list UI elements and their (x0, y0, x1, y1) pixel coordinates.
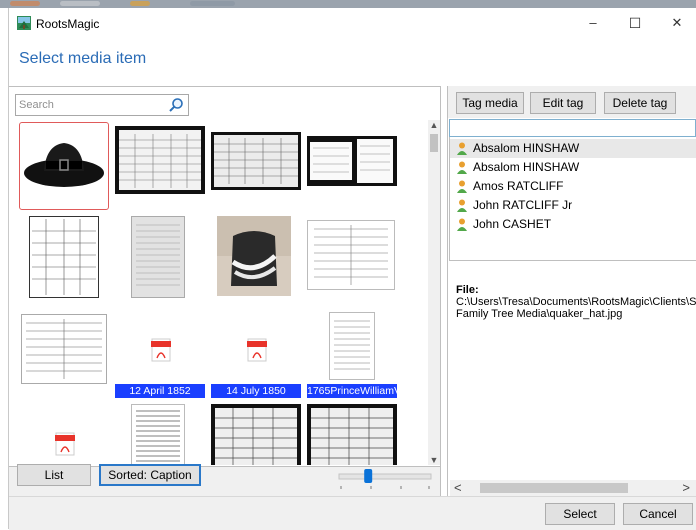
pdf-icon (55, 432, 75, 456)
file-info-horizontal-scrollbar[interactable]: < > (450, 480, 696, 496)
scroll-up-icon[interactable]: ▲ (428, 120, 440, 130)
desktop-blob (190, 1, 235, 6)
scrollbar-thumb[interactable] (480, 483, 628, 493)
media-thumbnail-hat-photo[interactable] (217, 216, 307, 304)
media-caption: 1765PrinceWilliamVA (307, 384, 397, 398)
document-image (131, 404, 185, 465)
tag-item[interactable]: John RATCLIFF Jr (450, 196, 696, 215)
document-image (115, 126, 205, 194)
media-thumbnail-pdf-1[interactable]: 12 April 1852 (115, 310, 205, 398)
search-icon[interactable] (168, 97, 184, 113)
person-icon (457, 218, 467, 231)
hat-photo-image (217, 216, 291, 296)
cancel-button[interactable]: Cancel (623, 503, 693, 525)
media-thumbnail-quaker-hat[interactable] (19, 122, 109, 210)
media-thumbnail-census-1[interactable] (115, 122, 205, 210)
media-thumbnail-page[interactable] (131, 216, 221, 304)
select-button[interactable]: Select (545, 503, 615, 525)
media-caption: 14 July 1850 (211, 384, 301, 398)
document-image (307, 136, 397, 186)
desktop-blob (130, 1, 150, 6)
file-path-line2: Family Tree Media\quaker_hat.jpg (456, 308, 623, 320)
dialog-footer: Select Cancel (9, 496, 696, 530)
document-image (29, 216, 99, 298)
list-button[interactable]: List (17, 464, 91, 486)
tag-toolbar: Tag media Edit tag Delete tag (448, 86, 696, 118)
pdf-icon (151, 338, 171, 362)
person-icon (457, 161, 467, 174)
media-thumbnail-certificate-1[interactable] (307, 122, 397, 210)
search-field[interactable] (15, 94, 189, 116)
tag-media-button[interactable]: Tag media (456, 92, 524, 114)
file-label: File: (456, 284, 479, 296)
media-thumbnail-grid: 12 April 1852 14 July 1850 1765PrinceWil… (15, 120, 425, 465)
media-thumbnail-pdf-3[interactable] (19, 404, 109, 465)
edit-tag-button[interactable]: Edit tag (530, 92, 596, 114)
delete-tag-button[interactable]: Delete tag (604, 92, 676, 114)
document-image (211, 404, 301, 465)
tag-item[interactable]: Amos RATCLIFF (450, 177, 696, 196)
close-button[interactable]: ✕ (657, 12, 696, 34)
media-caption: 12 April 1852 (115, 384, 205, 398)
desktop-blob (60, 1, 100, 6)
thumbnail-size-slider[interactable] (337, 464, 433, 490)
media-thumbnail-certificate-3[interactable] (21, 310, 111, 398)
select-media-dialog: RootsMagic – ☐ ✕ Select media item Searc… (8, 8, 696, 530)
window-title: RootsMagic (36, 17, 100, 31)
media-thumbnail-census-2[interactable] (211, 122, 301, 210)
media-thumbnail-text-page[interactable] (131, 404, 221, 465)
tag-item[interactable]: Absalom HINSHAW (450, 139, 696, 158)
media-thumbnail-census-3[interactable] (211, 404, 301, 465)
desktop-blob (10, 1, 40, 6)
document-image (131, 216, 185, 298)
maximize-button[interactable]: ☐ (615, 12, 655, 34)
document-image (21, 314, 107, 384)
person-icon (457, 142, 467, 155)
person-icon (457, 180, 467, 193)
tag-name: John RATCLIFF Jr (473, 198, 573, 212)
tag-panel: Tag media Edit tag Delete tag Absalom HI… (447, 86, 696, 496)
person-icon (457, 199, 467, 212)
media-thumbnail-pdf-2[interactable]: 14 July 1850 (211, 310, 301, 398)
tag-list: Absalom HINSHAW Absalom HINSHAW Amos RAT… (449, 137, 696, 261)
sort-caption-button[interactable]: Sorted: Caption (99, 464, 201, 486)
tag-name: John CASHET (473, 217, 552, 231)
scroll-right-icon[interactable]: > (682, 480, 690, 496)
document-image (329, 312, 375, 380)
minimize-button[interactable]: – (573, 12, 613, 34)
document-image (211, 132, 301, 190)
tag-item[interactable]: Absalom HINSHAW (450, 158, 696, 177)
media-vertical-scrollbar[interactable]: ▲ ▼ (428, 120, 440, 465)
tag-name: Absalom HINSHAW (473, 141, 580, 155)
search-input[interactable] (19, 97, 159, 113)
scroll-left-icon[interactable]: < (454, 480, 462, 496)
dialog-heading: Select media item (19, 50, 147, 67)
file-path-line1: C:\Users\Tresa\Documents\RootsMagic\Clie… (456, 296, 696, 308)
media-thumbnail-census-4[interactable] (307, 404, 397, 465)
tag-filter-input[interactable] (449, 119, 696, 137)
tag-name: Absalom HINSHAW (473, 160, 580, 174)
scrollbar-thumb[interactable] (430, 134, 438, 152)
pdf-icon (247, 338, 267, 362)
title-bar: RootsMagic – ☐ ✕ (9, 8, 696, 38)
rootsmagic-app-icon (17, 16, 31, 30)
media-thumbnail-certificate-2[interactable] (307, 216, 397, 304)
file-info: File: C:\Users\Tresa\Documents\RootsMagi… (456, 284, 696, 320)
tag-name: Amos RATCLIFF (473, 179, 564, 193)
document-image (307, 220, 395, 290)
document-image (307, 404, 397, 465)
hat-image (24, 143, 104, 187)
media-thumbnail-document-1765[interactable]: 1765PrinceWilliamVA (307, 310, 397, 398)
tag-item[interactable]: John CASHET (450, 215, 696, 234)
media-thumbnail-ledger[interactable] (29, 216, 119, 304)
desktop-strip (0, 0, 696, 8)
